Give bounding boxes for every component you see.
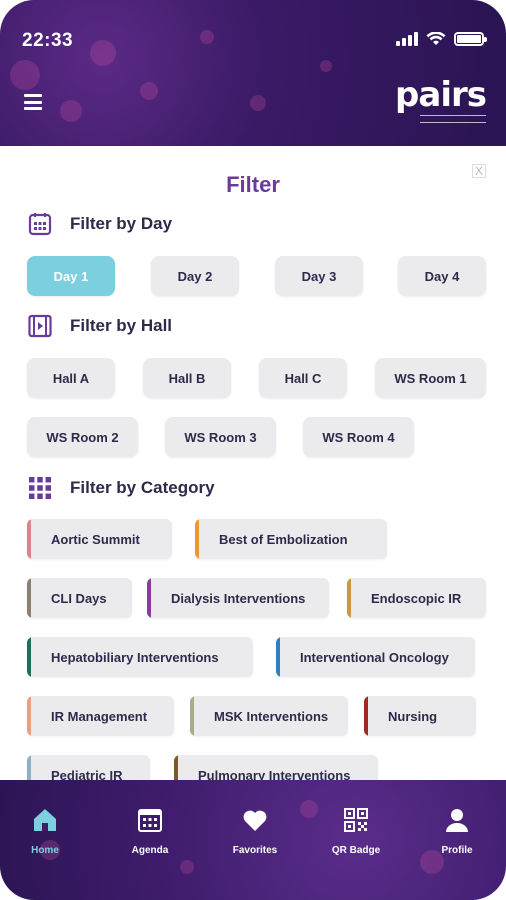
category-color-bar [27,696,31,736]
category-color-bar [276,637,280,677]
category-chip-label: Pediatric IR [51,767,123,781]
category-chip-label: Endoscopic IR [371,590,462,606]
category-color-bar [190,696,194,736]
category-color-bar [27,578,31,618]
category-color-bar [347,578,351,618]
day-section-label: Filter by Day [70,214,173,233]
logo-wordmark: pairs [395,75,487,115]
bokeh-decoration [180,860,194,874]
category-color-bar [27,519,31,559]
category-chip-label: Aortic Summit [51,531,140,547]
filter-sheet: X Filter Filter by Day Day 1 Day 2 Day 3… [0,146,506,780]
heart-icon [243,810,267,831]
category-color-bar [147,578,151,618]
category-chip-label: Dialysis Interventions [171,590,306,606]
category-chip-nursing[interactable]: Nursing [364,696,476,736]
category-section-label: Filter by Category [70,478,215,497]
hamburger-menu-button[interactable] [24,94,42,110]
category-chip-pediatric-ir[interactable]: Pediatric IR [27,755,150,780]
logo-subtitle-decoration [420,115,486,123]
category-chip-label: Interventional Oncology [300,649,449,665]
home-icon [34,809,56,831]
hall-chip-ws-room-4[interactable]: WS Room 4 [303,417,414,457]
category-color-bar [27,637,31,677]
tab-label: Favorites [232,845,278,856]
category-chip-endoscopic-ir[interactable]: Endoscopic IR [347,578,486,618]
tab-qr-badge[interactable]: QR Badge [316,806,396,856]
hall-section-label: Filter by Hall [70,316,173,335]
category-chip-msk-interventions[interactable]: MSK Interventions [190,696,348,736]
category-color-bar [364,696,368,736]
signal-icon [396,32,418,46]
pairs-logo: pairs [395,75,487,123]
hall-chip-c[interactable]: Hall C [259,358,347,398]
category-color-bar [27,755,31,780]
app-header: 22:33 pairs [0,0,506,146]
battery-icon [454,32,487,46]
video-film-icon [28,314,52,338]
day-chip-3[interactable]: Day 3 [275,256,363,296]
qr-code-icon [344,808,368,832]
calendar-icon [138,809,162,832]
day-chip-2[interactable]: Day 2 [151,256,239,296]
category-chip-pulmonary-interventions[interactable]: Pulmonary Interventions [174,755,378,780]
bottom-tab-bar: Home Agenda Favorites QR Badge Profile [0,780,506,900]
filter-title: Filter [226,172,280,197]
bokeh-decoration [140,82,158,100]
status-bar: 22:33 [0,26,506,56]
app-screen: 22:33 pairs X Filter Filter by Day Day 1… [0,0,506,900]
category-chip-label: CLI Days [51,590,107,606]
tab-home[interactable]: Home [5,806,85,856]
category-color-bar [174,755,178,780]
calendar-icon [28,213,52,236]
category-chip-label: IR Management [51,708,148,724]
hall-chip-ws-room-2[interactable]: WS Room 2 [27,417,138,457]
hall-chip-ws-room-1[interactable]: WS Room 1 [375,358,486,398]
category-chip-ir-management[interactable]: IR Management [27,696,174,736]
tab-agenda[interactable]: Agenda [110,806,190,856]
tab-label: Profile [441,845,473,856]
user-icon [446,809,468,832]
tab-label: QR Badge [331,845,381,856]
tab-label: Agenda [131,845,169,856]
day-chip-4[interactable]: Day 4 [398,256,486,296]
tab-profile[interactable]: Profile [417,806,497,856]
category-chip-best-of-embolization[interactable]: Best of Embolization [195,519,387,559]
category-section-header: Filter by Category [28,476,215,500]
category-chip-dialysis-interventions[interactable]: Dialysis Interventions [147,578,329,618]
category-chip-hepatobiliary-interventions[interactable]: Hepatobiliary Interventions [27,637,253,677]
grid-icon [29,477,51,499]
hall-chip-ws-room-3[interactable]: WS Room 3 [165,417,276,457]
category-chip-label: Best of Embolization [219,531,348,547]
bokeh-decoration [10,60,40,90]
status-time: 22:33 [22,30,74,51]
category-color-bar [195,519,199,559]
bokeh-decoration [60,100,82,122]
day-chip-1[interactable]: Day 1 [27,256,115,296]
category-chip-label: MSK Interventions [214,708,329,724]
category-chip-label: Pulmonary Interventions [198,767,351,781]
bokeh-decoration [320,60,332,72]
category-chip-cli-days[interactable]: CLI Days [27,578,132,618]
bokeh-decoration [250,95,266,111]
category-chip-aortic-summit[interactable]: Aortic Summit [27,519,172,559]
hall-chip-b[interactable]: Hall B [143,358,231,398]
hall-chip-a[interactable]: Hall A [27,358,115,398]
category-chip-label: Nursing [388,708,438,724]
tab-favorites[interactable]: Favorites [215,806,295,856]
category-chip-label: Hepatobiliary Interventions [51,649,219,665]
day-section-header: Filter by Day [28,212,172,236]
wifi-icon [426,32,446,45]
category-chip-interventional-oncology[interactable]: Interventional Oncology [276,637,475,677]
hall-section-header: Filter by Hall [28,314,172,338]
status-icons [396,32,487,46]
tab-label: Home [31,845,59,856]
